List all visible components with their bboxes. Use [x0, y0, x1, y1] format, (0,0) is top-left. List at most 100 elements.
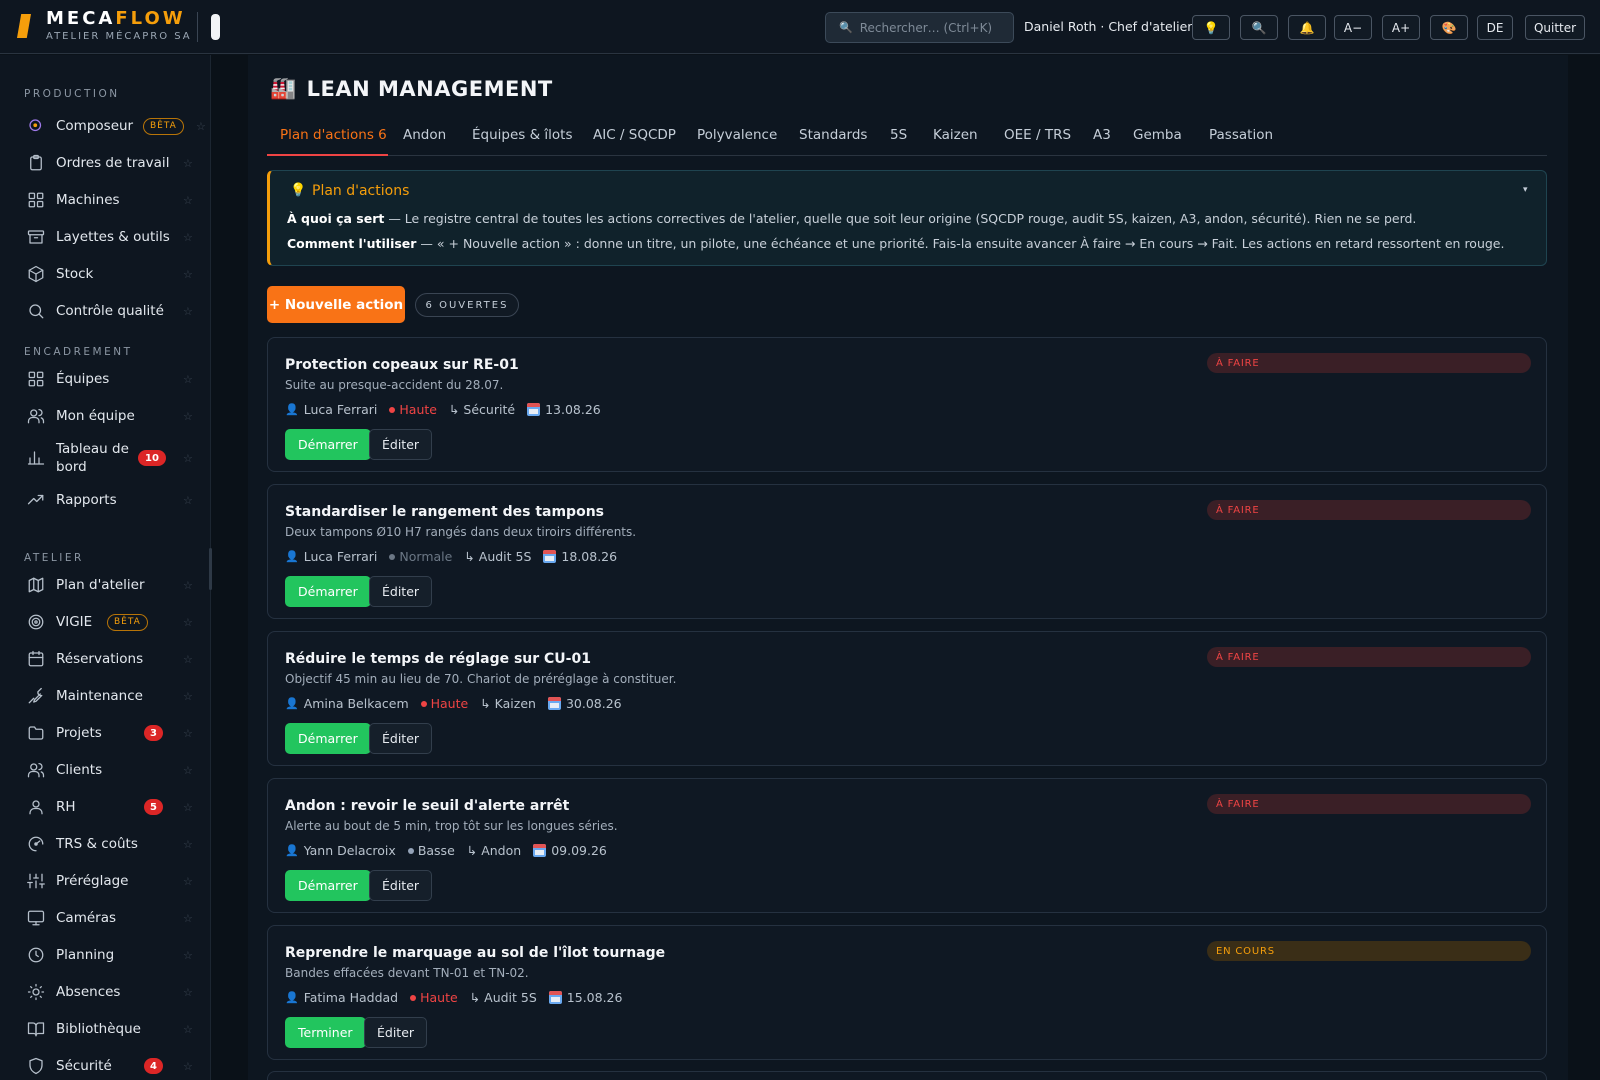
demarrer-button[interactable]: Démarrer — [285, 429, 371, 460]
bell-icon[interactable]: 🔔 — [1288, 15, 1326, 40]
tab-equipes-ilots[interactable]: Équipes & îlots — [472, 127, 573, 143]
archive-icon — [27, 228, 45, 246]
edit-button[interactable]: Éditer — [369, 870, 433, 901]
favorite-star-icon[interactable]: ☆ — [183, 616, 193, 629]
tab-kaizen[interactable]: Kaizen — [933, 127, 978, 143]
action-title[interactable]: Reprendre le marquage au sol de l'îlot t… — [285, 945, 665, 961]
count-badge: 10 — [138, 450, 166, 466]
sidebar-item-plan-d-atelier[interactable]: Plan d'atelier ☆ — [0, 568, 209, 602]
favorite-star-icon[interactable]: ☆ — [183, 494, 193, 507]
sidebar-item-controle-qualite[interactable]: Contrôle qualité ☆ — [0, 294, 209, 328]
favorite-star-icon[interactable]: ☆ — [183, 801, 193, 814]
edit-button[interactable]: Éditer — [364, 1017, 428, 1048]
action-title[interactable]: Andon : revoir le seuil d'alerte arrêt — [285, 798, 569, 814]
favorite-star-icon[interactable]: ☆ — [183, 764, 193, 777]
font-increase-button[interactable]: A+ — [1382, 15, 1420, 40]
search-input[interactable]: 🔍 Rechercher… (Ctrl+K) — [825, 12, 1014, 43]
sidebar-item-stock[interactable]: Stock ☆ — [0, 257, 209, 291]
sidebar-item-reservations[interactable]: Réservations ☆ — [0, 642, 209, 676]
sidebar-item-projets[interactable]: Projets 3 ☆ — [0, 716, 209, 750]
demarrer-button[interactable]: Démarrer — [285, 723, 371, 754]
help-title[interactable]: Plan d'actions — [312, 183, 409, 199]
action-title[interactable]: Protection copeaux sur RE-01 — [285, 357, 519, 373]
sidebar-item-bibliotheque[interactable]: Bibliothèque ☆ — [0, 1012, 209, 1046]
favorite-star-icon[interactable]: ☆ — [183, 268, 193, 281]
tab-polyvalence[interactable]: Polyvalence — [697, 127, 777, 143]
favorite-star-icon[interactable]: ☆ — [183, 912, 193, 925]
sidebar-item-trs-couts[interactable]: TRS & coûts ☆ — [0, 827, 209, 861]
favorite-star-icon[interactable]: ☆ — [183, 690, 193, 703]
favorite-star-icon[interactable]: ☆ — [183, 305, 193, 318]
edit-button[interactable]: Éditer — [369, 576, 433, 607]
terminer-button[interactable]: Terminer — [285, 1017, 366, 1048]
tab-passation[interactable]: Passation — [1209, 127, 1273, 143]
sidebar-item-mon-equipe[interactable]: Mon équipe ☆ — [0, 399, 209, 433]
edit-button[interactable]: Éditer — [369, 723, 433, 754]
sidebar-item-vigie[interactable]: VIGIE BÊTA ☆ — [0, 605, 209, 639]
sidebar-item-clients[interactable]: Clients ☆ — [0, 753, 209, 787]
status-badge: À FAIRE — [1207, 794, 1531, 814]
sidebar-item-maintenance[interactable]: Maintenance ☆ — [0, 679, 209, 713]
tab-oee-trs[interactable]: OEE / TRS — [1004, 127, 1071, 143]
action-due-date: 15.08.26 — [566, 990, 623, 1005]
tab-andon[interactable]: Andon — [403, 127, 446, 143]
sidebar-item-cameras[interactable]: Caméras ☆ — [0, 901, 209, 935]
sidebar-item-rh[interactable]: RH 5 ☆ — [0, 790, 209, 824]
sidebar-scrollbar[interactable] — [209, 548, 212, 590]
palette-icon[interactable]: 🎨 — [1430, 15, 1468, 40]
action-due-date: 13.08.26 — [545, 402, 601, 417]
tab-gemba[interactable]: Gemba — [1133, 127, 1182, 143]
tips-icon[interactable]: 💡 — [1192, 15, 1230, 40]
edit-button[interactable]: Éditer — [369, 429, 433, 460]
sidebar-item-ordres-de-travail[interactable]: Ordres de travail ☆ — [0, 146, 209, 180]
demarrer-button[interactable]: Démarrer — [285, 576, 371, 607]
favorite-star-icon[interactable]: ☆ — [183, 838, 193, 851]
favorite-star-icon[interactable]: ☆ — [183, 727, 193, 740]
tab-5s[interactable]: 5S — [890, 127, 907, 143]
sidebar-item-machines[interactable]: Machines ☆ — [0, 183, 209, 217]
sidebar-item-rapports[interactable]: Rapports ☆ — [0, 483, 209, 517]
tab-standards[interactable]: Standards — [799, 127, 867, 143]
zoom-icon[interactable]: 🔍 — [1240, 15, 1278, 40]
sidebar-item-planning[interactable]: Planning ☆ — [0, 938, 209, 972]
demarrer-button[interactable]: Démarrer — [285, 870, 371, 901]
wrench-icon — [27, 687, 45, 705]
favorite-star-icon[interactable]: ☆ — [183, 452, 193, 465]
favorite-star-icon[interactable]: ☆ — [183, 949, 193, 962]
sidebar-item-securite[interactable]: Sécurité 4 ☆ — [0, 1049, 209, 1080]
favorite-star-icon[interactable]: ☆ — [183, 653, 193, 666]
sidebar-item-label: Planning — [56, 947, 115, 963]
tab-a3[interactable]: A3 — [1093, 127, 1111, 143]
action-due-date: 30.08.26 — [565, 696, 622, 711]
app-name: MECAFLOW — [46, 8, 186, 29]
logo[interactable]: MECAFLOW ATELIER MÉCAPRO SA — [46, 8, 192, 43]
font-decrease-button[interactable]: A− — [1334, 15, 1372, 40]
sidebar-toggle[interactable] — [211, 14, 220, 40]
new-action-button[interactable]: + Nouvelle action — [267, 286, 405, 323]
favorite-star-icon[interactable]: ☆ — [183, 579, 193, 592]
tab-aic-sqcdp[interactable]: AIC / SQCDP — [593, 127, 676, 143]
favorite-star-icon[interactable]: ☆ — [183, 875, 193, 888]
tab-plan-d-actions-6[interactable]: Plan d'actions 6 — [280, 127, 387, 143]
sidebar-item-absences[interactable]: Absences ☆ — [0, 975, 209, 1009]
favorite-star-icon[interactable]: ☆ — [183, 157, 193, 170]
quit-button[interactable]: Quitter — [1525, 15, 1585, 40]
favorite-star-icon[interactable]: ☆ — [183, 1023, 193, 1036]
favorite-star-icon[interactable]: ☆ — [183, 231, 193, 244]
sidebar-item-tableau-de-bord[interactable]: Tableau de bord 10 ☆ — [0, 436, 209, 480]
sidebar-item-equipes[interactable]: Équipes ☆ — [0, 362, 209, 396]
favorite-star-icon[interactable]: ☆ — [183, 194, 193, 207]
favorite-star-icon[interactable]: ☆ — [183, 986, 193, 999]
sidebar-item-layettes-outils[interactable]: Layettes & outils ☆ — [0, 220, 209, 254]
chevron-down-icon[interactable]: ▾ — [1523, 185, 1528, 195]
favorite-star-icon[interactable]: ☆ — [196, 120, 206, 133]
sidebar-item-composeur[interactable]: Composeur BÊTA ☆ — [0, 109, 209, 143]
favorite-star-icon[interactable]: ☆ — [183, 1060, 193, 1073]
favorite-star-icon[interactable]: ☆ — [183, 373, 193, 386]
action-title[interactable]: Réduire le temps de réglage sur CU-01 — [285, 651, 591, 667]
language-button[interactable]: DE — [1477, 15, 1513, 40]
sidebar-item-prereglage[interactable]: Préréglage ☆ — [0, 864, 209, 898]
favorite-star-icon[interactable]: ☆ — [183, 410, 193, 423]
active-tab-indicator — [267, 154, 388, 156]
action-title[interactable]: Standardiser le rangement des tampons — [285, 504, 604, 520]
